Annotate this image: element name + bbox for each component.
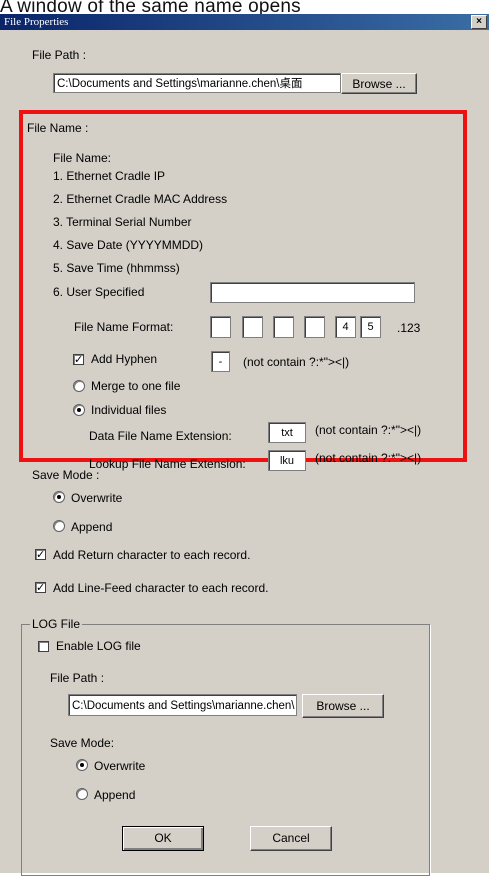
file-name-item-6: 6. User Specified	[53, 285, 145, 299]
save-mode-label: Save Mode :	[32, 468, 100, 482]
format-slot-4[interactable]	[304, 316, 325, 338]
format-slot-6[interactable]: 5	[360, 316, 381, 338]
enable-log-label: Enable LOG file	[56, 639, 141, 653]
file-path-label: File Path :	[32, 48, 87, 62]
ok-button[interactable]: OK	[122, 826, 204, 851]
file-name-item-4: 4. Save Date (YYYYMMDD)	[53, 238, 204, 252]
format-slot-1[interactable]	[210, 316, 231, 338]
log-file-path-label: File Path :	[50, 671, 105, 685]
format-suffix: .123	[397, 321, 421, 335]
log-append-radio[interactable]	[76, 788, 88, 800]
format-slot-5[interactable]: 4	[335, 316, 356, 338]
save-overwrite-radio[interactable]	[53, 491, 65, 503]
data-ext-input[interactable]: txt	[268, 422, 306, 443]
add-linefeed-checkbox[interactable]: ✓	[35, 582, 46, 594]
add-return-checkbox[interactable]: ✓	[35, 549, 46, 561]
data-ext-note: (not contain ?:*"><|)	[315, 423, 422, 437]
merge-radio[interactable]	[73, 380, 85, 392]
file-name-label: File Name :	[27, 121, 89, 135]
add-linefeed-label: Add Line-Feed character to each record.	[53, 581, 269, 595]
file-name-item-5: 5. Save Time (hhmmss)	[53, 261, 180, 275]
individual-radio[interactable]	[73, 404, 85, 416]
add-hyphen-label: Add Hyphen	[91, 352, 158, 366]
save-append-radio[interactable]	[53, 520, 65, 532]
individual-label: Individual files	[91, 403, 167, 417]
save-overwrite-label: Overwrite	[71, 491, 123, 505]
lookup-ext-input[interactable]: lku	[268, 450, 306, 471]
data-ext-label: Data File Name Extension:	[89, 429, 232, 443]
add-return-label: Add Return character to each record.	[53, 548, 251, 562]
title-bar[interactable]: File Properties ×	[0, 14, 489, 30]
browse-button[interactable]: Browse ...	[341, 73, 417, 94]
file-name-item-1: 1. Ethernet Cradle IP	[53, 169, 166, 183]
cancel-button[interactable]: Cancel	[250, 826, 332, 851]
file-name-format-label: File Name Format:	[74, 320, 174, 334]
log-overwrite-label: Overwrite	[94, 759, 146, 773]
log-append-label: Append	[94, 788, 136, 802]
format-slot-2[interactable]	[242, 316, 263, 338]
checkmark-icon: ✓	[36, 582, 46, 594]
log-overwrite-radio[interactable]	[76, 759, 88, 771]
format-slot-3[interactable]	[273, 316, 294, 338]
lookup-ext-note: (not contain ?:*"><|)	[315, 451, 422, 465]
close-icon[interactable]: ×	[471, 15, 487, 29]
file-name-item-2: 2. Ethernet Cradle MAC Address	[53, 192, 228, 206]
user-specified-input[interactable]	[210, 282, 415, 303]
add-hyphen-checkbox[interactable]: ✓	[73, 354, 84, 366]
file-name-item-3: 3. Terminal Serial Number	[53, 215, 192, 229]
log-file-path-input[interactable]: C:\Documents and Settings\marianne.chen\	[68, 694, 297, 716]
save-append-label: Append	[71, 520, 113, 534]
enable-log-checkbox[interactable]	[38, 641, 49, 652]
log-save-mode-label: Save Mode:	[50, 736, 115, 750]
file-properties-dialog: File Properties × File Path : C:\Documen…	[0, 14, 489, 876]
hyphen-note: (not contain ?:*"><|)	[243, 355, 350, 369]
file-name-list-title: File Name:	[53, 151, 112, 165]
file-path-input[interactable]: C:\Documents and Settings\marianne.chen\…	[53, 73, 341, 93]
checkmark-icon: ✓	[74, 354, 84, 366]
log-browse-button[interactable]: Browse ...	[302, 694, 384, 718]
lookup-ext-label: Lookup File Name Extension:	[89, 457, 246, 471]
caption-text: A window of the same name opens	[0, 0, 301, 14]
merge-label: Merge to one file	[91, 379, 181, 393]
radio-dot-icon	[57, 495, 61, 499]
hyphen-input[interactable]: -	[211, 351, 230, 372]
radio-dot-icon	[80, 763, 84, 767]
log-group-label: LOG File	[30, 617, 83, 632]
checkmark-icon: ✓	[36, 549, 46, 561]
radio-dot-icon	[77, 408, 81, 412]
dialog-title: File Properties	[4, 16, 69, 28]
